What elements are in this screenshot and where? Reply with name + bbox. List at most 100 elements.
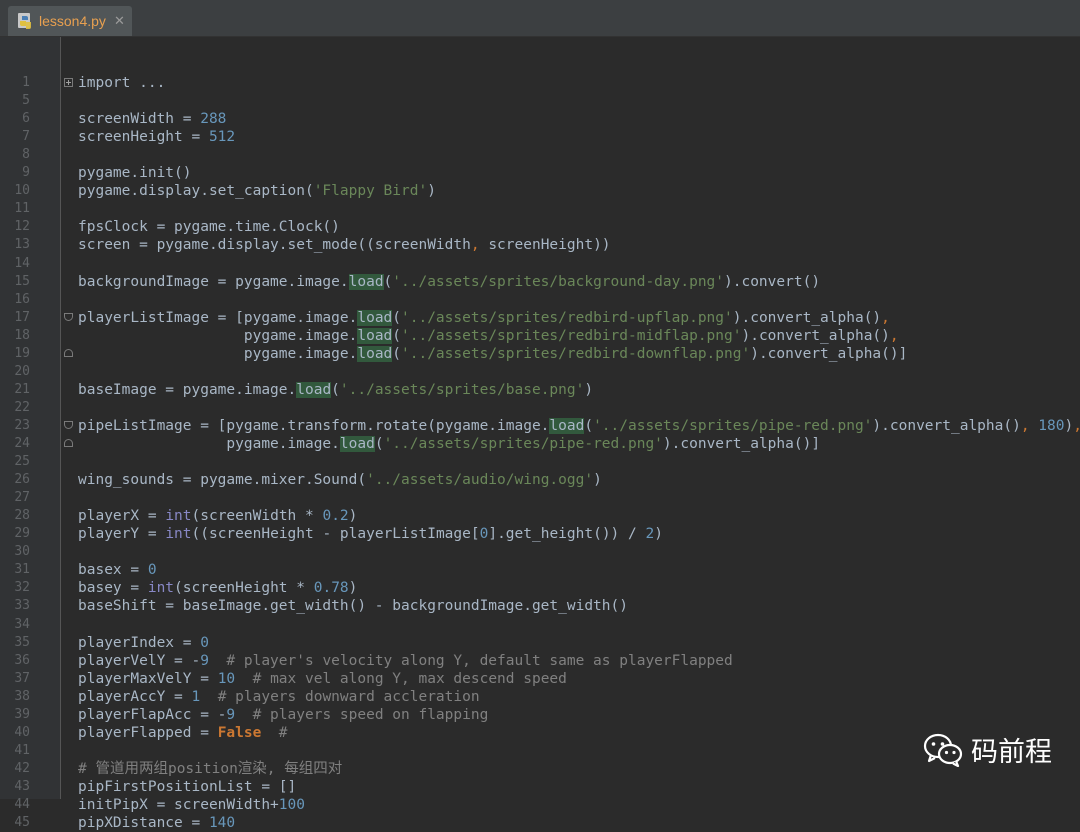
code-text: pipXDistance = 140 xyxy=(78,814,235,832)
line-number: 17 xyxy=(14,309,30,325)
code-token: int xyxy=(165,508,192,525)
line-number: 21 xyxy=(14,381,30,397)
line-number: 10 xyxy=(14,183,30,199)
code-token: '../assets/sprites/redbird-midflap.png' xyxy=(401,327,742,344)
code-text: screenHeight = 512 xyxy=(78,128,235,146)
line-number: 20 xyxy=(14,363,30,379)
code-line: 18 pygame.image.load('../assets/sprites/… xyxy=(0,327,1080,345)
fold-marker-icon[interactable] xyxy=(64,348,73,357)
line-number: 23 xyxy=(14,417,30,433)
line-number: 7 xyxy=(22,129,30,145)
tab-label: lesson4.py xyxy=(39,13,106,29)
fold-marker-icon[interactable] xyxy=(64,420,73,429)
line-number: 37 xyxy=(14,670,30,686)
code-line: 13 screen = pygame.display.set_mode((scre… xyxy=(0,236,1080,254)
code-line: 31 basex = 0 xyxy=(0,561,1080,579)
code-token: ( xyxy=(584,417,594,434)
code-token: # max vel along Y, max descend speed xyxy=(235,670,567,687)
code-token: wing_sounds = pygame.mixer.Sound( xyxy=(78,472,367,489)
code-line: 32 basey = int(screenHeight * 0.78) xyxy=(0,579,1080,597)
code-token: ) xyxy=(1064,417,1074,434)
code-token: ) xyxy=(348,508,358,525)
fold-marker-icon[interactable] xyxy=(64,312,73,321)
code-token: fpsClock = pygame.time.Clock() xyxy=(78,219,340,236)
code-token: 1 xyxy=(191,688,201,705)
line-number: 15 xyxy=(14,273,30,289)
code-line: 17 playerListImage = [pygame.image.load('… xyxy=(0,309,1080,327)
code-line: 10 pygame.display.set_caption('Flappy Bir… xyxy=(0,182,1080,200)
code-text: playerX = int(screenWidth * 0.2) xyxy=(78,507,357,525)
code-token: # players downward accleration xyxy=(200,688,480,705)
code-token: basex = xyxy=(78,562,148,579)
code-token: pygame.image. xyxy=(78,327,358,344)
code-token: '../assets/sprites/base.png' xyxy=(339,381,585,398)
code-editor[interactable]: 1 import ... 5 6 screenWidth = 288 7 screenHei… xyxy=(0,37,1080,831)
code-text: playerVelY = -9 # player's velocity alon… xyxy=(78,652,733,670)
code-token: , xyxy=(1020,417,1039,434)
code-token: pygame.display.set_caption( xyxy=(78,183,314,200)
line-number: 5 xyxy=(22,93,30,109)
code-token: baseShift = baseImage.get_width() - back… xyxy=(78,598,628,615)
code-token: ).convert_alpha()] xyxy=(750,345,908,362)
watermark: 码前程 xyxy=(923,730,1052,769)
code-token: , xyxy=(881,309,890,326)
line-number: 14 xyxy=(14,255,30,271)
code-token: screenHeight)) xyxy=(488,237,611,254)
line-number: 9 xyxy=(22,165,30,181)
code-token: ).convert_alpha()] xyxy=(662,436,821,452)
fold-expand-icon[interactable] xyxy=(64,78,73,87)
code-text: wing_sounds = pygame.mixer.Sound('../ass… xyxy=(78,471,602,489)
code-token: playerIndex = xyxy=(78,634,201,651)
code-token: ].get_height()) / xyxy=(488,526,646,543)
code-token: 140 xyxy=(208,815,236,832)
code-token: ) xyxy=(593,472,602,489)
code-token: '../assets/audio/wing.ogg' xyxy=(366,472,594,489)
line-number: 24 xyxy=(14,436,30,451)
code-token: playerVelY = - xyxy=(78,652,201,669)
close-icon[interactable]: ✕ xyxy=(114,14,125,29)
code-line: 29 playerY = int((screenHeight - playerLi… xyxy=(0,525,1080,543)
tab-lesson4-py[interactable]: lesson4.py ✕ xyxy=(8,6,132,36)
wechat-icon xyxy=(923,733,963,767)
code-text: # 管道用两组position渲染, 每组四对 xyxy=(78,760,342,778)
code-line: 43 pipFirstPositionList = [] xyxy=(0,778,1080,796)
line-number: 43 xyxy=(14,778,30,794)
line-number: 45 xyxy=(14,815,30,831)
code-token: # xyxy=(261,724,288,741)
code-token: ) xyxy=(427,183,436,200)
code-token: # player's velocity along Y, default sam… xyxy=(208,652,733,669)
code-line: 37 playerMaxVelY = 10 # max vel along Y, … xyxy=(0,670,1080,688)
code-token: (screenHeight * xyxy=(174,580,314,597)
code-token: (screenWidth * xyxy=(191,508,323,525)
code-token: False xyxy=(217,724,262,741)
code-line: 14 xyxy=(0,255,1080,273)
line-number: 19 xyxy=(14,345,30,361)
code-token: ).convert() xyxy=(724,273,821,290)
code-line: 45 pipXDistance = 140 xyxy=(0,814,1080,832)
code-text: playerFlapAcc = -9 # players speed on fl… xyxy=(78,706,488,724)
line-number: 26 xyxy=(14,472,30,488)
fold-marker-icon[interactable] xyxy=(64,439,73,447)
code-line: 6 screenWidth = 288 xyxy=(0,110,1080,128)
code-token: ( xyxy=(331,381,340,398)
code-line: 35 playerIndex = 0 xyxy=(0,634,1080,652)
code-token: load xyxy=(348,273,384,290)
code-line: 7 screenHeight = 512 xyxy=(0,128,1080,146)
code-token: , xyxy=(470,237,489,254)
code-token: 0 xyxy=(147,562,157,579)
code-line: 24 pygame.image.load('../assets/sprites/… xyxy=(0,435,1080,453)
code-text: pygame.init() xyxy=(78,164,192,182)
code-line: 20 xyxy=(0,363,1080,381)
code-token: ) xyxy=(654,526,663,543)
line-number: 35 xyxy=(14,634,30,650)
code-token: 512 xyxy=(208,129,236,146)
code-token: ) xyxy=(348,580,358,597)
code-token: '../assets/sprites/pipe-red.png' xyxy=(593,417,873,434)
code-line: 25 xyxy=(0,453,1080,471)
code-text: pygame.display.set_caption('Flappy Bird'… xyxy=(78,182,436,200)
code-token: '../assets/sprites/pipe-red.png' xyxy=(383,436,663,452)
code-token: , xyxy=(1073,418,1080,434)
code-line: 40 playerFlapped = False # xyxy=(0,724,1080,742)
code-token: screenWidth = xyxy=(78,111,201,128)
code-line: 19 pygame.image.load('../assets/sprites/… xyxy=(0,345,1080,363)
